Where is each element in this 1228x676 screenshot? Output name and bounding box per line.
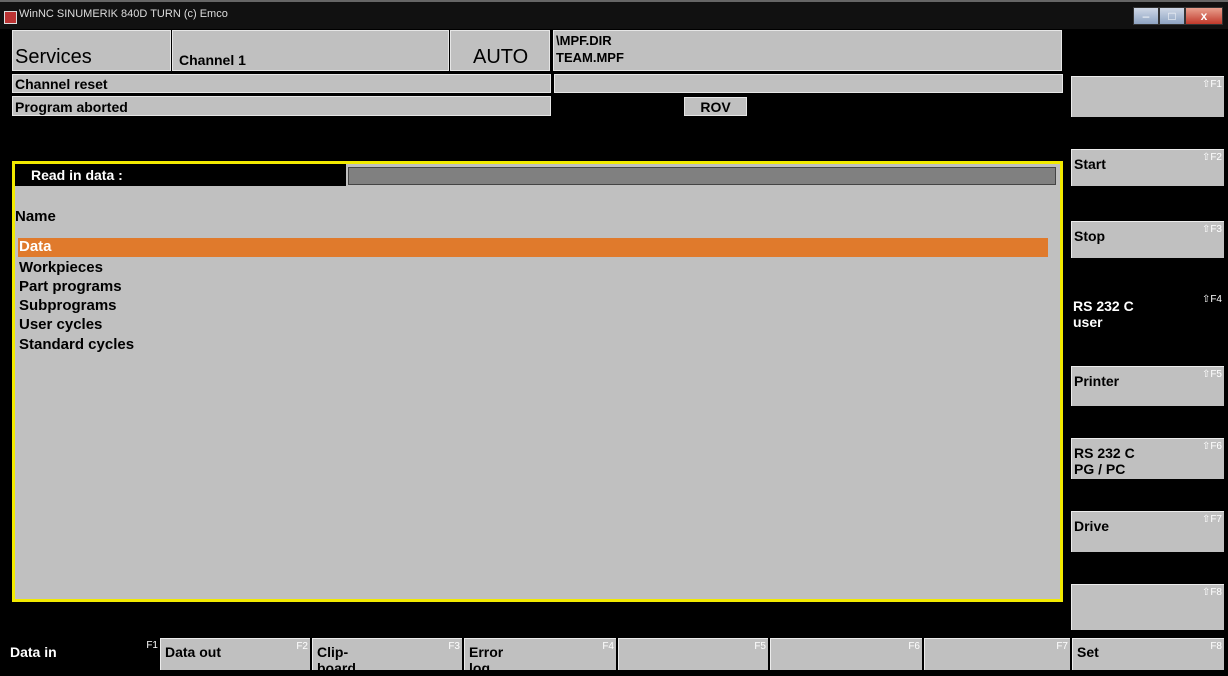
softkey-f6[interactable]: F6	[770, 638, 922, 670]
softkey-key: F6	[908, 641, 920, 652]
vsoftkey-printer[interactable]: Printer ⇧F5	[1071, 366, 1224, 406]
vsoftkey-key: ⇧F4	[1201, 294, 1222, 305]
softkey-key: F5	[754, 641, 766, 652]
window-title: WinNC SINUMERIK 840D TURN (c) Emco	[19, 8, 228, 20]
softkey-data-in[interactable]: Data in F1	[0, 638, 160, 670]
column-header-name: Name	[15, 208, 56, 225]
area-label: Services	[15, 46, 92, 68]
minimize-button[interactable]: –	[1133, 7, 1159, 25]
list-item[interactable]: Standard cycles	[19, 336, 134, 353]
vsoftkey-key: ⇧F5	[1201, 369, 1222, 380]
vsoftkey-label: Printer	[1074, 373, 1120, 389]
vsoftkey-label: RS 232 C user	[1073, 298, 1134, 330]
app-icon	[4, 11, 17, 24]
vsoftkey-8[interactable]: ⇧F8	[1071, 584, 1224, 630]
panel-title: Read in data :	[31, 167, 123, 183]
vsoftkey-key: ⇧F2	[1201, 152, 1222, 163]
vsoftkey-label: Start	[1074, 156, 1106, 172]
vsoftkey-key: ⇧F1	[1201, 79, 1222, 90]
vsoftkey-drive[interactable]: Drive ⇧F7	[1071, 511, 1224, 552]
maximize-button[interactable]: □	[1159, 7, 1185, 25]
vsoftkey-key: ⇧F7	[1201, 514, 1222, 525]
program-label: TEAM.MPF	[556, 50, 624, 65]
mode-label: AUTO	[473, 46, 529, 68]
softkey-label: Error log	[469, 644, 504, 676]
close-button[interactable]: x	[1185, 7, 1223, 25]
list-item[interactable]: Workpieces	[19, 259, 103, 276]
softkey-label: Clip- board	[317, 644, 356, 676]
softkey-label: Data in	[10, 644, 57, 660]
softkey-key: F8	[1210, 641, 1222, 652]
rov-indicator: ROV	[684, 97, 747, 116]
vsoftkey-stop[interactable]: Stop ⇧F3	[1071, 221, 1224, 258]
list-item[interactable]: Part programs	[19, 278, 122, 295]
vsoftkey-label: Stop	[1074, 228, 1106, 244]
softkey-label: Set	[1077, 644, 1099, 660]
softkey-label: Data out	[165, 644, 221, 660]
channel-label: Channel 1	[179, 52, 246, 68]
softkey-data-out[interactable]: Data out F2	[160, 638, 310, 670]
softkey-key: F7	[1056, 641, 1068, 652]
vsoftkey-key: ⇧F6	[1201, 441, 1222, 452]
panel-title-bar: Read in data :	[15, 164, 346, 186]
channel-status: Channel reset	[15, 76, 108, 92]
status-line-2: Program aborted	[12, 96, 551, 116]
softkey-clipboard[interactable]: Clip- board F3	[312, 638, 462, 676]
softkey-f5[interactable]: F5	[618, 638, 768, 670]
list-item-selected[interactable]: Data	[18, 238, 1048, 257]
softkey-key: F4	[602, 641, 614, 652]
softkey-error-log[interactable]: Error log F4	[464, 638, 616, 676]
vsoftkey-rs232-pgpc[interactable]: RS 232 C PG / PC ⇧F6	[1071, 438, 1224, 479]
title-bar: WinNC SINUMERIK 840D TURN (c) Emco – □ x	[0, 0, 1228, 29]
vsoftkey-key: ⇧F8	[1201, 587, 1222, 598]
softkey-key: F3	[448, 641, 460, 652]
vsoftkey-1[interactable]: ⇧F1	[1071, 76, 1224, 117]
vsoftkey-start[interactable]: Start ⇧F2	[1071, 149, 1224, 186]
status-line-right	[554, 74, 1063, 93]
program-status: Program aborted	[15, 99, 128, 115]
softkey-set[interactable]: Set F8	[1072, 638, 1224, 670]
list-item[interactable]: User cycles	[19, 316, 102, 333]
vsoftkey-label: Drive	[1074, 518, 1110, 534]
vsoftkey-rs232-user[interactable]: RS 232 C user ⇧F4	[1071, 292, 1224, 337]
mode-field: AUTO	[450, 30, 550, 71]
softkey-f7[interactable]: F7	[924, 638, 1070, 670]
list-item-label: Data	[19, 238, 52, 255]
read-in-panel: Read in data : Name Data Workpieces Part…	[12, 161, 1063, 602]
status-line-1: Channel reset	[12, 74, 551, 93]
progress-bar	[348, 167, 1056, 185]
softkey-key: F2	[296, 641, 308, 652]
vsoftkey-key: ⇧F3	[1201, 224, 1222, 235]
rov-label: ROV	[700, 99, 731, 115]
vsoftkey-label: RS 232 C PG / PC	[1074, 445, 1135, 477]
softkey-key: F1	[146, 640, 158, 651]
list-item[interactable]: Subprograms	[19, 297, 117, 314]
program-field: \MPF.DIR TEAM.MPF	[553, 30, 1062, 71]
channel-field: Channel 1	[172, 30, 449, 71]
area-field: Services	[12, 30, 171, 71]
directory-label: \MPF.DIR	[556, 33, 612, 48]
